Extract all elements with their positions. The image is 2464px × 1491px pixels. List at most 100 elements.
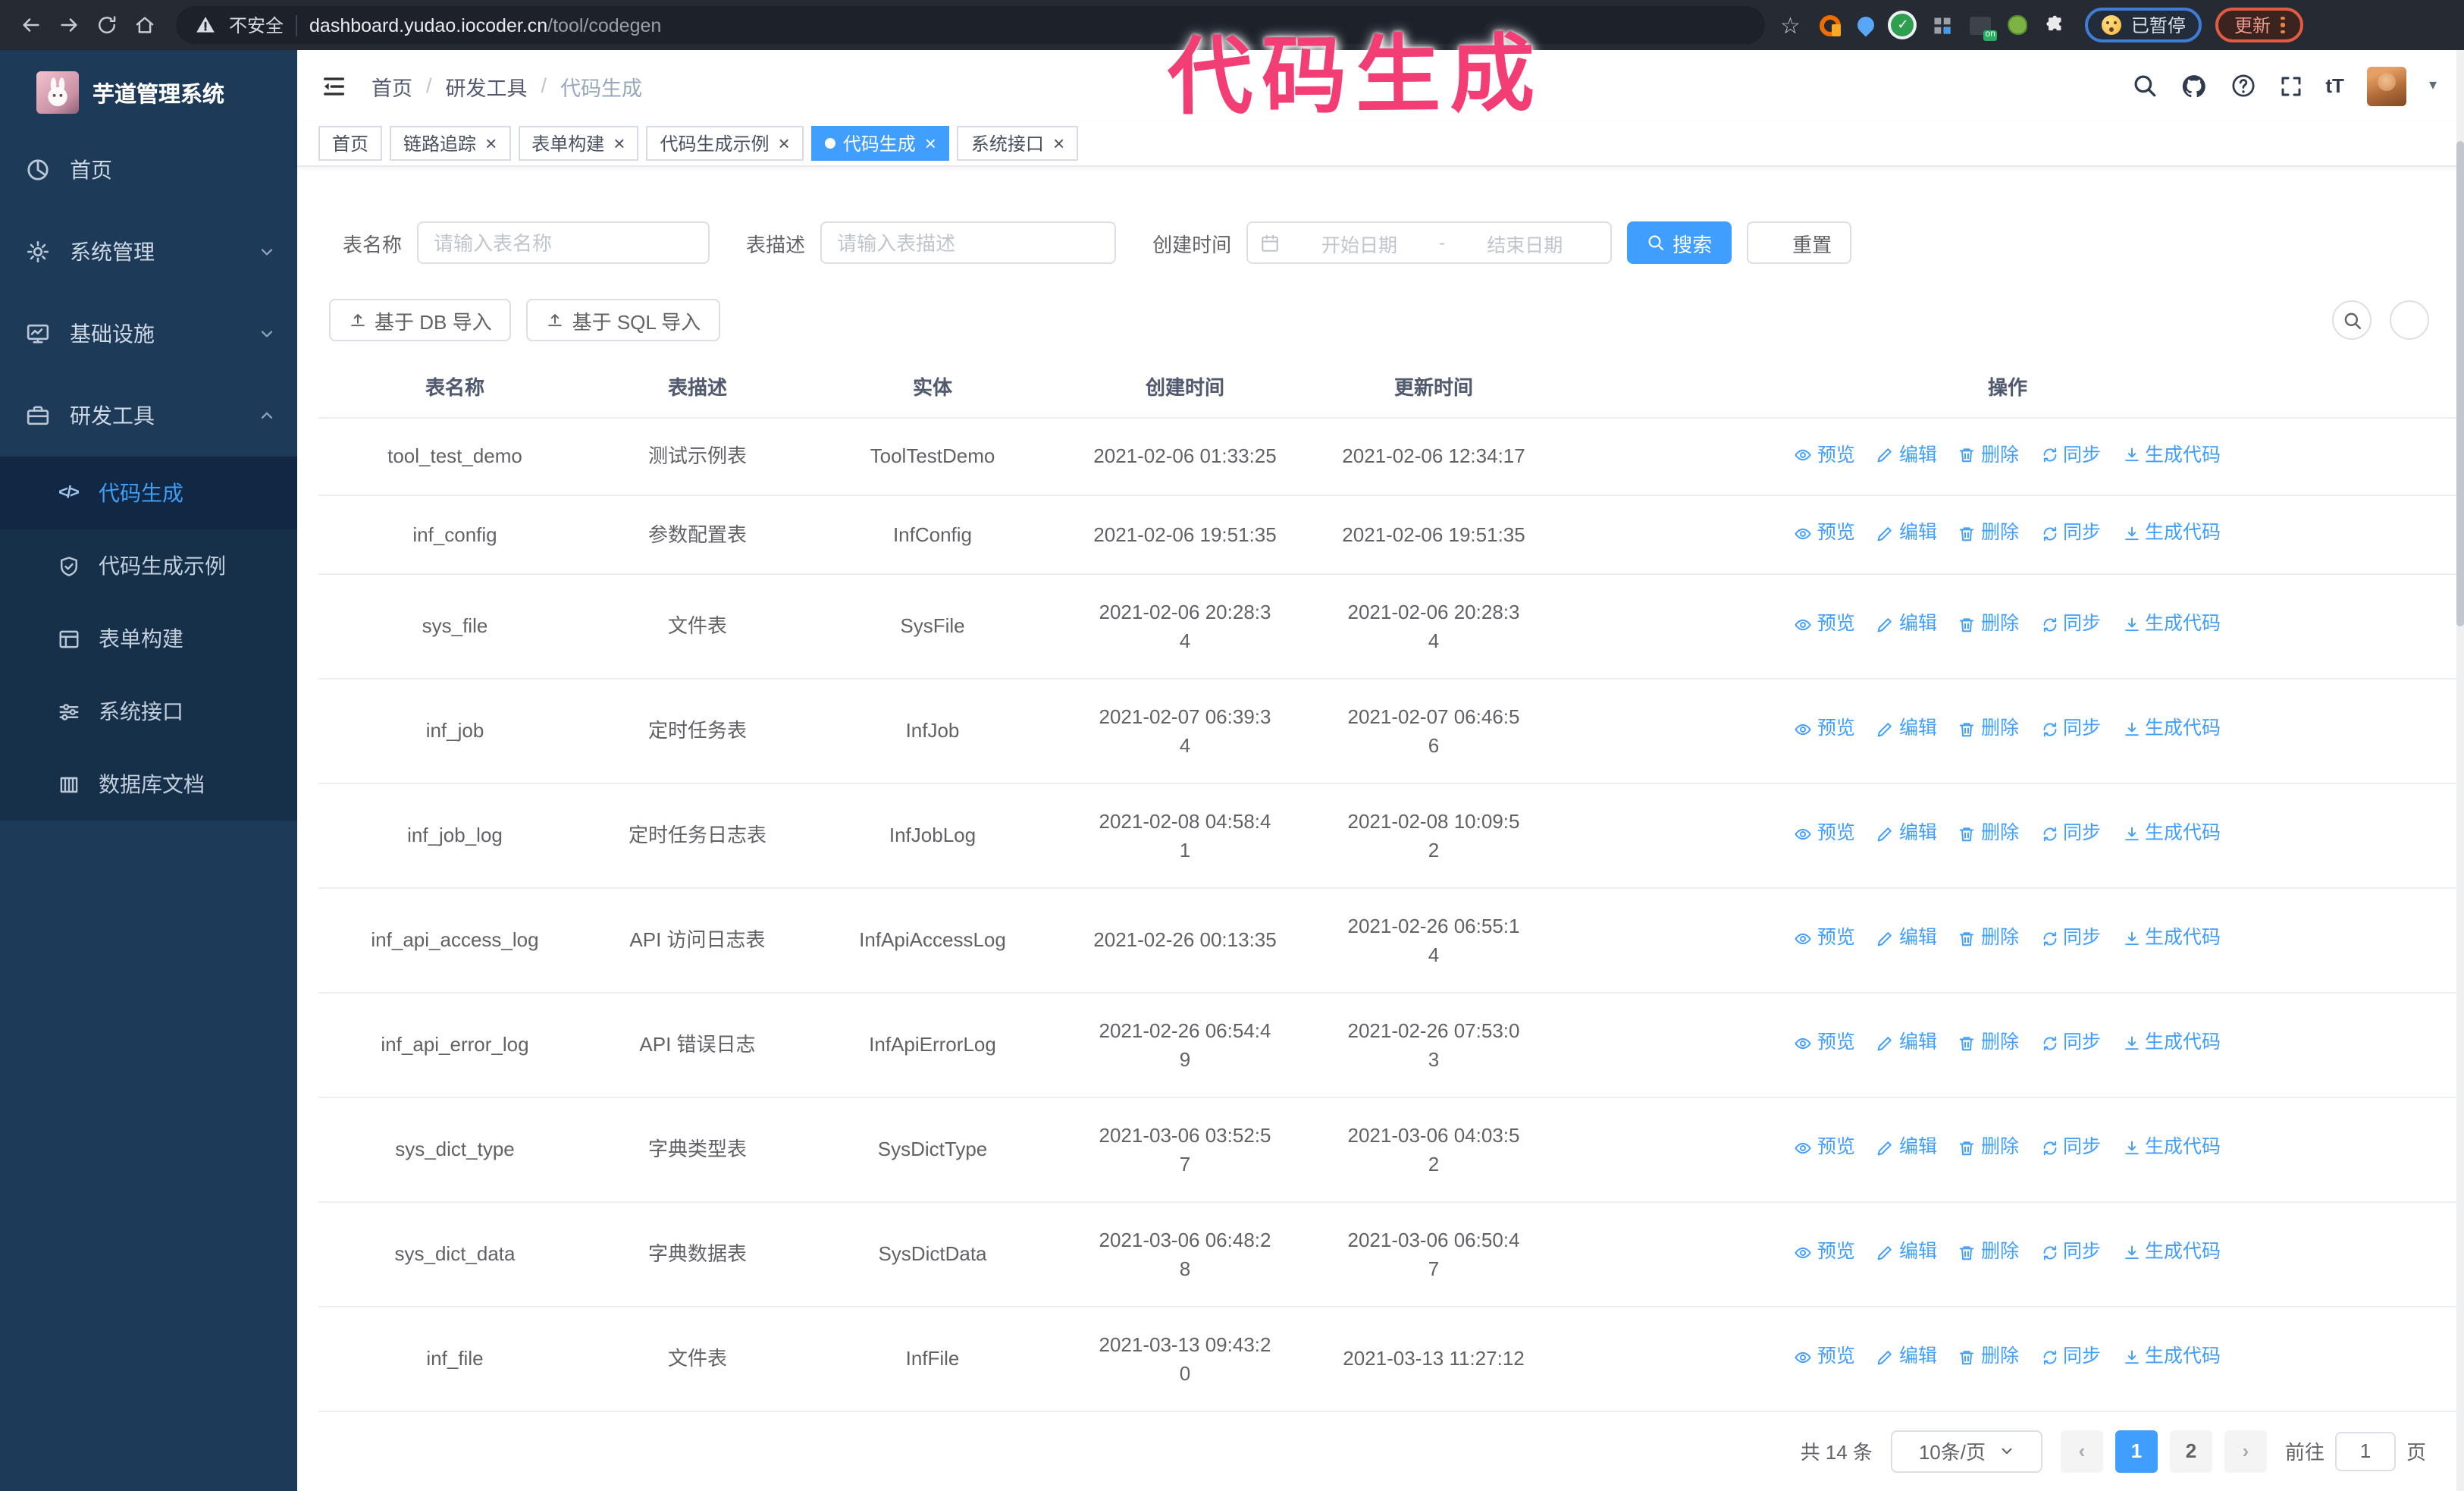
help-icon[interactable]: [2230, 73, 2256, 99]
reload-icon[interactable]: [88, 6, 126, 44]
action-download-link[interactable]: 生成代码: [2122, 715, 2221, 744]
green-dot-extension-icon[interactable]: [2008, 15, 2028, 35]
fullscreen-icon[interactable]: [2278, 74, 2303, 98]
bookmark-star-icon[interactable]: ☆: [1780, 11, 1801, 39]
kebab-menu-icon[interactable]: [2281, 16, 2285, 34]
sidebar-item-基础设施[interactable]: 基础设施: [0, 293, 297, 375]
reset-button[interactable]: 重置: [1747, 221, 1852, 264]
table-name-input[interactable]: [417, 221, 710, 264]
page-button-2[interactable]: 2: [2169, 1430, 2212, 1472]
action-download-link[interactable]: 生成代码: [2122, 820, 2221, 849]
action-sync-link[interactable]: 同步: [2040, 519, 2101, 548]
address-bar[interactable]: 不安全 dashboard.yudao.iocoder.cn/tool/code…: [176, 6, 1765, 44]
sidebar-subitem-代码生成[interactable]: </> 代码生成: [0, 457, 297, 529]
puzzle-extension-icon[interactable]: [2045, 14, 2067, 36]
action-delete-link[interactable]: 删除: [1958, 715, 2019, 744]
github-icon[interactable]: [2180, 72, 2207, 99]
browser-update-button[interactable]: 更新: [2215, 8, 2303, 42]
close-icon[interactable]: ×: [1053, 133, 1064, 153]
action-download-link[interactable]: 生成代码: [2122, 519, 2221, 548]
dark-on-extension-icon[interactable]: on: [1970, 16, 1998, 40]
sidebar-item-首页[interactable]: 首页: [0, 129, 297, 211]
action-sync-link[interactable]: 同步: [2040, 820, 2101, 849]
action-delete-link[interactable]: 删除: [1958, 519, 2019, 548]
action-download-link[interactable]: 生成代码: [2122, 1343, 2221, 1372]
sidebar-subitem-系统接口[interactable]: 系统接口: [0, 675, 297, 748]
prev-page-button[interactable]: ‹: [2060, 1430, 2103, 1472]
date-range-picker[interactable]: 开始日期 - 结束日期: [1246, 221, 1613, 264]
hamburger-fold-icon[interactable]: [320, 72, 347, 99]
action-edit-link[interactable]: 编辑: [1876, 441, 1937, 469]
search-button[interactable]: 搜索: [1627, 221, 1732, 264]
sidebar-subitem-数据库文档[interactable]: 数据库文档: [0, 748, 297, 821]
action-sync-link[interactable]: 同步: [2040, 1029, 2101, 1058]
action-delete-link[interactable]: 删除: [1958, 820, 2019, 849]
action-edit-link[interactable]: 编辑: [1876, 519, 1937, 548]
action-edit-link[interactable]: 编辑: [1876, 924, 1937, 953]
action-delete-link[interactable]: 删除: [1958, 1134, 2019, 1163]
sidebar-item-研发工具[interactable]: 研发工具: [0, 375, 297, 457]
table-desc-input[interactable]: [820, 221, 1117, 264]
action-eye-link[interactable]: 预览: [1795, 1134, 1855, 1163]
gray-grid-extension-icon[interactable]: [1931, 14, 1954, 36]
refresh-button[interactable]: [2390, 300, 2429, 340]
close-icon[interactable]: ×: [613, 133, 625, 153]
action-eye-link[interactable]: 预览: [1795, 1238, 1855, 1267]
search-icon[interactable]: [2131, 73, 2157, 99]
breadcrumb-item[interactable]: 首页: [371, 71, 412, 101]
action-delete-link[interactable]: 删除: [1958, 924, 2019, 953]
action-edit-link[interactable]: 编辑: [1876, 1343, 1937, 1372]
action-download-link[interactable]: 生成代码: [2122, 924, 2221, 953]
action-eye-link[interactable]: 预览: [1795, 715, 1855, 744]
action-sync-link[interactable]: 同步: [2040, 715, 2101, 744]
action-eye-link[interactable]: 预览: [1795, 820, 1855, 849]
scrollbar-thumb[interactable]: [2456, 141, 2464, 626]
close-icon[interactable]: ×: [779, 133, 790, 153]
home-icon[interactable]: [126, 6, 164, 44]
browser-scrollbar[interactable]: [2456, 50, 2464, 1491]
action-delete-link[interactable]: 删除: [1958, 1238, 2019, 1267]
close-icon[interactable]: ×: [485, 133, 497, 153]
font-size-icon[interactable]: tT: [2325, 74, 2344, 97]
action-download-link[interactable]: 生成代码: [2122, 611, 2221, 639]
db-import-button[interactable]: 基于 DB 导入: [329, 299, 512, 341]
next-page-button[interactable]: ›: [2224, 1430, 2267, 1472]
back-icon[interactable]: [12, 6, 50, 44]
action-edit-link[interactable]: 编辑: [1876, 1238, 1937, 1267]
action-edit-link[interactable]: 编辑: [1876, 611, 1937, 639]
green-check-extension-icon[interactable]: ✓: [1891, 14, 1914, 36]
action-eye-link[interactable]: 预览: [1795, 1343, 1855, 1372]
tab-链路追踪[interactable]: 链路追踪 ×: [390, 126, 511, 161]
avatar[interactable]: [2366, 66, 2406, 105]
tab-代码生成[interactable]: 代码生成 ×: [810, 126, 950, 161]
action-edit-link[interactable]: 编辑: [1876, 715, 1937, 744]
sql-import-button[interactable]: 基于 SQL 导入: [526, 299, 721, 341]
action-eye-link[interactable]: 预览: [1795, 611, 1855, 639]
toggle-search-button[interactable]: [2332, 300, 2372, 340]
action-sync-link[interactable]: 同步: [2040, 1343, 2101, 1372]
close-icon[interactable]: ×: [925, 133, 936, 153]
action-download-link[interactable]: 生成代码: [2122, 441, 2221, 469]
action-edit-link[interactable]: 编辑: [1876, 1134, 1937, 1163]
action-download-link[interactable]: 生成代码: [2122, 1029, 2221, 1058]
action-eye-link[interactable]: 预览: [1795, 519, 1855, 548]
page-button-1[interactable]: 1: [2114, 1430, 2158, 1472]
forward-icon[interactable]: [50, 6, 88, 44]
action-edit-link[interactable]: 编辑: [1876, 820, 1937, 849]
sidebar-item-系统管理[interactable]: 系统管理: [0, 211, 297, 293]
action-delete-link[interactable]: 删除: [1958, 1029, 2019, 1058]
action-sync-link[interactable]: 同步: [2040, 924, 2101, 953]
action-eye-link[interactable]: 预览: [1795, 924, 1855, 953]
goto-page-input[interactable]: [2334, 1431, 2396, 1471]
action-delete-link[interactable]: 删除: [1958, 611, 2019, 639]
breadcrumb-item[interactable]: 研发工具: [446, 71, 528, 101]
sidebar-subitem-代码生成示例[interactable]: 代码生成示例: [0, 529, 297, 602]
action-delete-link[interactable]: 删除: [1958, 1343, 2019, 1372]
app-logo-row[interactable]: 芋道管理系统: [0, 50, 297, 129]
tab-系统接口[interactable]: 系统接口 ×: [957, 126, 1079, 161]
orange-ring-extension-icon[interactable]: [1820, 14, 1842, 36]
action-sync-link[interactable]: 同步: [2040, 441, 2101, 469]
tab-代码生成示例[interactable]: 代码生成示例 ×: [646, 126, 804, 161]
sidebar-subitem-表单构建[interactable]: 表单构建: [0, 602, 297, 675]
action-eye-link[interactable]: 预览: [1795, 441, 1855, 469]
